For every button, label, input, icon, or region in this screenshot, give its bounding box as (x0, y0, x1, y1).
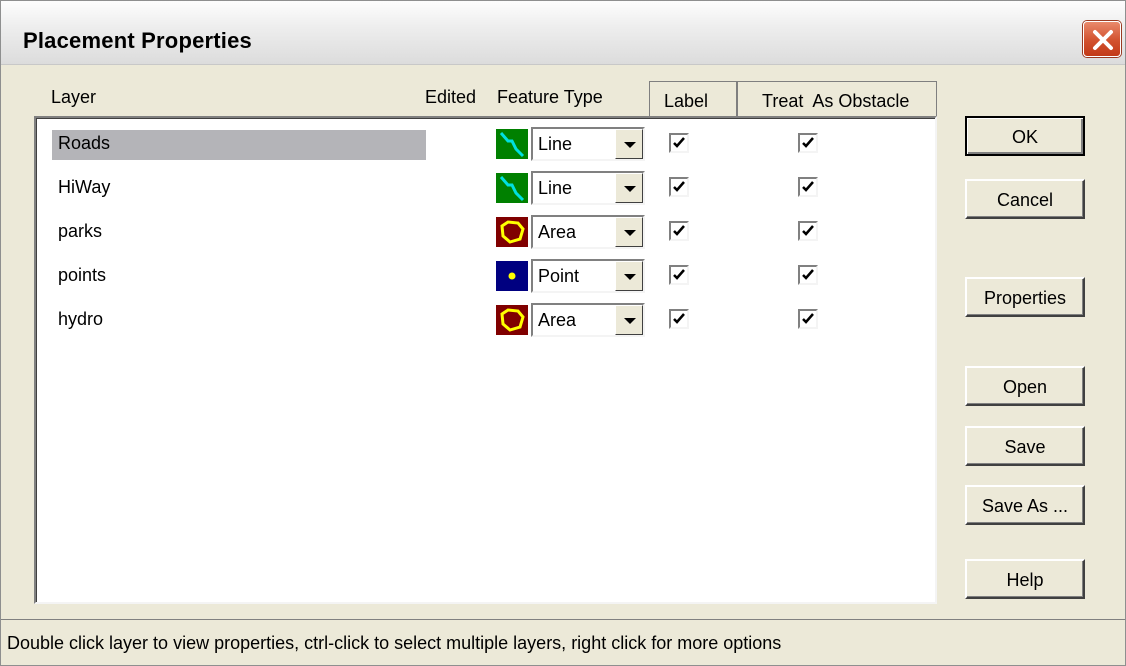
feature-type-value: Area (538, 222, 577, 242)
obstacle-checkbox[interactable] (798, 265, 818, 285)
dropdown-arrow-icon[interactable] (615, 129, 643, 159)
layer-row[interactable]: parks Area (36, 212, 935, 252)
dropdown-arrow-icon[interactable] (615, 217, 643, 247)
label-checkbox[interactable] (669, 309, 689, 329)
line-icon (496, 129, 528, 159)
layer-row[interactable]: Roads Line (36, 124, 935, 164)
column-header-label[interactable]: Label (649, 81, 737, 117)
feature-type-select[interactable]: Area (531, 303, 645, 337)
feature-type-select[interactable]: Line (531, 127, 645, 161)
cancel-button[interactable]: Cancel (965, 179, 1085, 219)
column-header-edited: Edited (425, 87, 477, 107)
point-icon (496, 261, 528, 291)
status-bar: Double click layer to view properties, c… (1, 619, 1125, 665)
checkmark-icon (673, 181, 685, 192)
layer-row[interactable]: HiWay Line (36, 168, 935, 208)
layer-name: points (58, 265, 107, 285)
checkmark-icon (673, 313, 685, 324)
feature-type-select[interactable]: Line (531, 171, 645, 205)
status-text: Double click layer to view properties, c… (7, 633, 782, 653)
checkmark-icon (673, 137, 685, 148)
line-icon (496, 173, 528, 203)
label-checkbox[interactable] (669, 133, 689, 153)
label-checkbox[interactable] (669, 177, 689, 197)
layer-list[interactable]: Roads Line HiWay Line parks Area points Point hy… (34, 116, 937, 604)
window-title: Placement Properties (23, 28, 252, 53)
dropdown-arrow-icon[interactable] (615, 305, 643, 335)
title-bar: Placement Properties (1, 1, 1125, 65)
obstacle-checkbox[interactable] (798, 133, 818, 153)
ok-button[interactable]: OK (965, 116, 1085, 156)
column-header-obstacle-text: Treat As Obstacle (762, 91, 910, 111)
obstacle-checkbox[interactable] (798, 309, 818, 329)
dropdown-arrow-icon[interactable] (615, 173, 643, 203)
close-icon (1093, 30, 1113, 50)
layer-name: HiWay (58, 177, 111, 197)
checkmark-icon (802, 181, 814, 192)
properties-button[interactable]: Properties (965, 277, 1085, 317)
feature-type-select[interactable]: Area (531, 215, 645, 249)
feature-type-value: Line (538, 134, 573, 154)
layer-row[interactable]: hydro Area (36, 300, 935, 340)
feature-type-value: Area (538, 310, 577, 330)
checkmark-icon (802, 137, 814, 148)
column-header-feature-type: Feature Type (497, 87, 603, 107)
checkmark-icon (673, 269, 685, 280)
layer-name: Roads (52, 130, 426, 160)
layer-row[interactable]: points Point (36, 256, 935, 296)
dropdown-arrow-icon[interactable] (615, 261, 643, 291)
placement-properties-dialog: Placement Properties Layer Edited Featur… (0, 0, 1126, 666)
save-as-button[interactable]: Save As ... (965, 485, 1085, 525)
checkmark-icon (802, 269, 814, 280)
label-checkbox[interactable] (669, 221, 689, 241)
label-checkbox[interactable] (669, 265, 689, 285)
area-icon (496, 305, 528, 335)
obstacle-checkbox[interactable] (798, 221, 818, 241)
open-button[interactable]: Open (965, 366, 1085, 406)
close-button[interactable] (1083, 21, 1121, 57)
column-header-label-text: Label (664, 91, 709, 111)
obstacle-checkbox[interactable] (798, 177, 818, 197)
checkmark-icon (802, 313, 814, 324)
feature-type-select[interactable]: Point (531, 259, 645, 293)
layer-name: parks (58, 221, 103, 241)
area-icon (496, 217, 528, 247)
feature-type-value: Line (538, 178, 573, 198)
layer-name: hydro (58, 309, 104, 329)
feature-type-value: Point (538, 266, 580, 286)
column-header-layer: Layer (51, 87, 97, 107)
checkmark-icon (802, 225, 814, 236)
help-button[interactable]: Help (965, 559, 1085, 599)
save-button[interactable]: Save (965, 426, 1085, 466)
column-header-treat-as-obstacle[interactable]: Treat As Obstacle (737, 81, 937, 117)
checkmark-icon (673, 225, 685, 236)
